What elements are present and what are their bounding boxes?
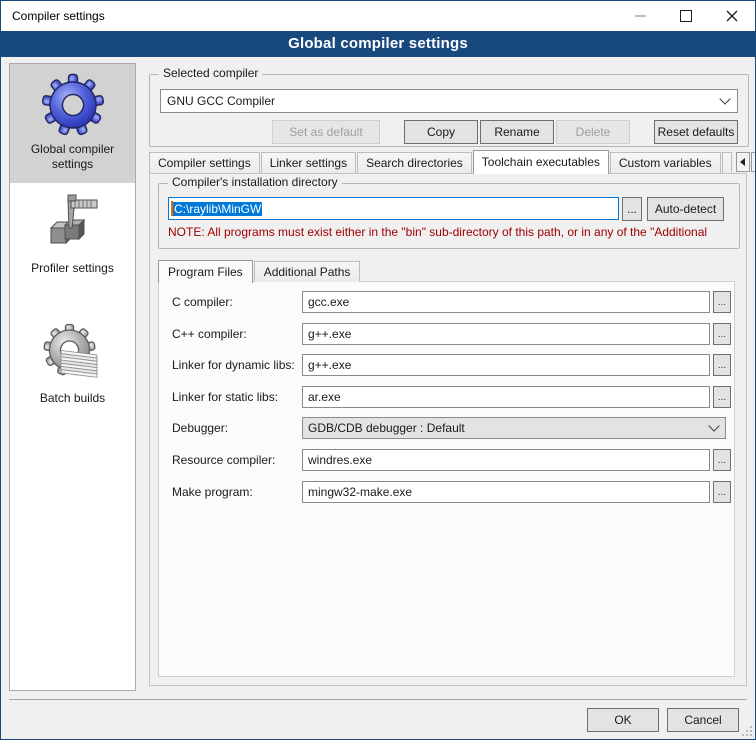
ok-button[interactable]: OK [587,708,659,732]
copy-button[interactable]: Copy [404,120,478,144]
debugger-select[interactable]: GDB/CDB debugger : Default [302,417,726,439]
field-label: Debugger: [172,417,228,439]
browse-static-linker-button[interactable]: ... [713,386,731,408]
chevron-down-icon [719,93,730,104]
dialog-content: Global compiler settings [1,57,755,739]
field-label: Make program: [172,481,253,503]
tab-compiler-settings[interactable]: Compiler settings [149,152,260,173]
settings-tab-strip: Compiler settings Linker settings Search… [149,151,747,173]
sidebar-item-label: Batch builds [40,391,105,406]
set-as-default-button[interactable]: Set as default [272,120,380,144]
tab-scroll-right-button[interactable] [751,152,756,172]
tab-linker-settings[interactable]: Linker settings [261,152,356,173]
toolchain-executables-page: Compiler's installation directory C:\ray… [149,173,747,686]
footer-divider [9,699,747,700]
bin-subdirectory-note: NOTE: All programs must exist either in … [168,225,737,239]
debugger-select-value: GDB/CDB debugger : Default [308,421,710,435]
browse-c-compiler-button[interactable]: ... [713,291,731,313]
browse-resource-compiler-button[interactable]: ... [713,449,731,471]
browse-dynamic-linker-button[interactable]: ... [713,354,731,376]
tab-search-directories[interactable]: Search directories [357,152,472,173]
gray-gear-stack-icon [41,322,105,386]
cancel-button[interactable]: Cancel [667,708,739,732]
field-label: Linker for static libs: [172,386,278,408]
compiler-select[interactable]: GNU GCC Compiler [160,89,738,113]
static-linker-input[interactable] [302,386,710,408]
sidebar-item-profiler-settings[interactable]: Profiler settings [10,183,135,287]
maximize-icon [680,10,692,22]
cpp-compiler-row: C++ compiler: ... [159,323,734,345]
browse-cpp-compiler-button[interactable]: ... [713,323,731,345]
sidebar-item-label: Profiler settings [31,261,114,276]
rename-button[interactable]: Rename [480,120,554,144]
sidebar-item-global-compiler-settings[interactable]: Global compiler settings [10,64,135,183]
resource-compiler-input[interactable] [302,449,710,471]
program-files-page: C compiler: ... C++ compiler: ... Linker… [158,281,735,677]
settings-category-list: Global compiler settings [9,63,136,691]
reset-defaults-button[interactable]: Reset defaults [654,120,738,144]
chevron-down-icon [708,420,719,431]
blue-gear-icon [41,73,105,137]
browse-directory-button[interactable]: ... [622,197,642,221]
window-controls [617,1,755,31]
delete-button[interactable]: Delete [556,120,630,144]
cpp-compiler-input[interactable] [302,323,710,345]
sidebar-item-batch-builds[interactable]: Batch builds [10,313,135,417]
dialog-buttons: OK Cancel [587,708,739,732]
c-compiler-input[interactable] [302,291,710,313]
make-program-row: Make program: ... [159,481,734,503]
tab-program-files[interactable]: Program Files [158,260,253,283]
tab-custom-variables[interactable]: Custom variables [610,152,721,173]
caliper-icon [41,192,105,256]
c-compiler-row: C compiler: ... [159,291,734,313]
compiler-actions: Set as default Copy Rename Delete Reset … [160,120,738,144]
installation-path-row: C:\raylib\MinGW ... Auto-detect [168,197,724,220]
field-label: Linker for dynamic libs: [172,354,295,376]
field-label: Resource compiler: [172,449,275,471]
tab-additional-paths[interactable]: Additional Paths [254,261,361,282]
group-legend: Compiler's installation directory [168,175,342,189]
resize-grip[interactable] [741,725,753,737]
tab-scroll-buttons [736,152,756,172]
close-icon [726,10,738,22]
title-bar[interactable]: Compiler settings [1,1,755,31]
close-button[interactable] [709,1,755,31]
dynamic-linker-input[interactable] [302,354,710,376]
field-label: C compiler: [172,291,233,313]
sidebar-item-label: Global compiler settings [12,142,133,172]
installation-directory-value: C:\raylib\MinGW [173,202,262,216]
compiler-select-value: GNU GCC Compiler [167,94,721,108]
static-linker-row: Linker for static libs: ... [159,386,734,408]
installation-directory-input[interactable]: C:\raylib\MinGW [168,197,619,220]
debugger-row: Debugger: GDB/CDB debugger : Default [159,417,734,439]
minimize-icon [635,15,646,17]
group-legend: Selected compiler [159,66,262,80]
page-title: Global compiler settings [1,31,755,57]
program-files-tab-strip: Program Files Additional Paths [158,259,361,282]
main-panel: Selected compiler GNU GCC Compiler Set a… [141,57,749,739]
tab-toolchain-executables[interactable]: Toolchain executables [473,150,609,174]
field-label: C++ compiler: [172,323,247,345]
maximize-button[interactable] [663,1,709,31]
resource-compiler-row: Resource compiler: ... [159,449,734,471]
compiler-settings-dialog: Compiler settings Global compiler settin… [0,0,756,740]
minimize-button[interactable] [617,1,663,31]
dynamic-linker-row: Linker for dynamic libs: ... [159,354,734,376]
window-title: Compiler settings [1,9,105,23]
tab-build-options-clipped[interactable]: Build options [722,152,732,173]
auto-detect-button[interactable]: Auto-detect [647,197,724,221]
tab-scroll-left-button[interactable] [736,152,750,172]
arrow-left-icon [740,158,745,166]
make-program-input[interactable] [302,481,710,503]
browse-make-program-button[interactable]: ... [713,481,731,503]
selected-compiler-group: Selected compiler GNU GCC Compiler Set a… [149,74,749,147]
installation-directory-group: Compiler's installation directory C:\ray… [158,183,740,249]
